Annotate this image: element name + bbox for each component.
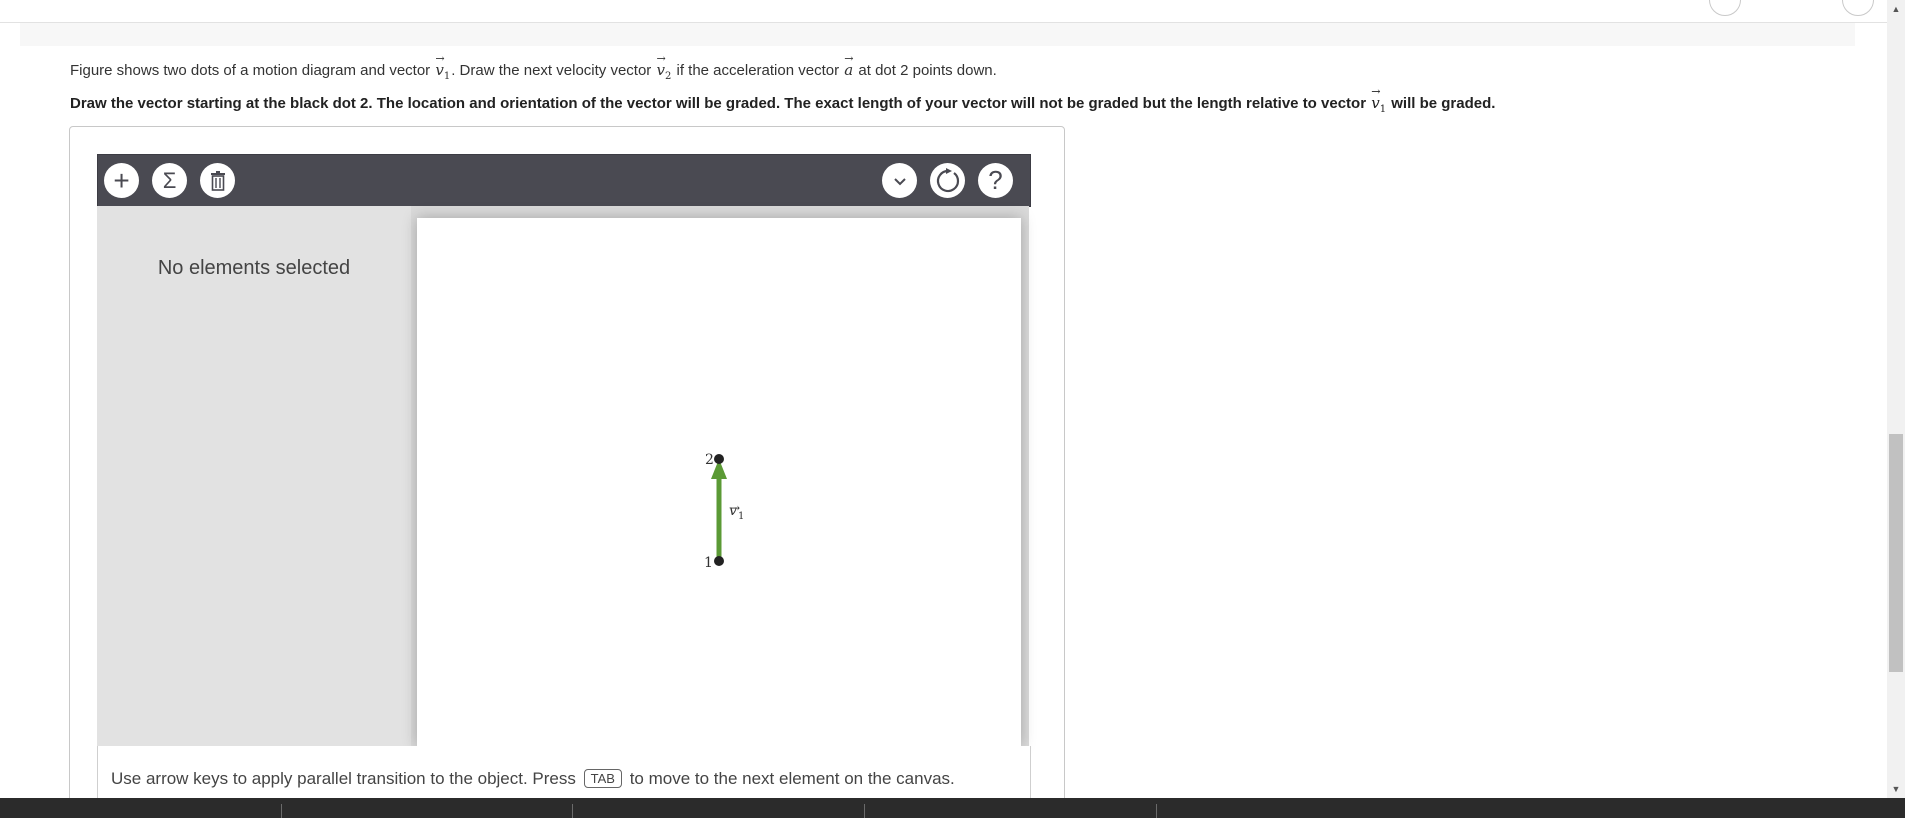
dot-2-label: 2 bbox=[705, 452, 714, 468]
dot-1-label: 1 bbox=[704, 555, 713, 571]
question-line-2: Draw the vector starting at the black do… bbox=[70, 85, 1496, 115]
taskbar-divider bbox=[1156, 804, 1157, 818]
help-button[interactable]: ? bbox=[978, 163, 1013, 198]
bottom-taskbar bbox=[0, 798, 1905, 818]
dot-1[interactable] bbox=[714, 556, 724, 566]
canvas-footer: Use arrow keys to apply parallel transit… bbox=[97, 746, 1031, 798]
vector-v1-label-sub: 1 bbox=[738, 511, 744, 522]
chevron-down-icon bbox=[893, 177, 906, 185]
question-instruction: Draw the vector starting at the black do… bbox=[70, 95, 1367, 112]
drawing-canvas[interactable]: 2 1 → v 1 bbox=[417, 218, 1021, 746]
drawing-toolbar: + Σ ? bbox=[97, 154, 1031, 207]
vector-v1-label: v bbox=[729, 503, 737, 519]
question-icon: ? bbox=[988, 165, 1003, 195]
scroll-down-arrow-icon[interactable]: ▼ bbox=[1887, 780, 1905, 798]
sigma-icon: Σ bbox=[162, 167, 177, 193]
taskbar-divider bbox=[864, 804, 865, 818]
vector-v2-symbol: → v2 bbox=[656, 52, 672, 82]
reset-button[interactable] bbox=[930, 163, 965, 198]
taskbar-divider bbox=[572, 804, 573, 818]
question-text: . Draw the next velocity vector bbox=[451, 62, 652, 79]
question-text: Figure shows two dots of a motion diagra… bbox=[70, 62, 431, 79]
vector-a-symbol: → a bbox=[844, 52, 854, 79]
keyboard-hint: Use arrow keys to apply parallel transit… bbox=[111, 769, 955, 788]
question-text: at dot 2 points down. bbox=[858, 62, 997, 79]
reset-icon bbox=[936, 167, 959, 192]
scrollbar-thumb[interactable] bbox=[1889, 434, 1903, 672]
delete-button[interactable] bbox=[200, 163, 235, 198]
no-selection-message: No elements selected bbox=[157, 257, 351, 279]
vector-v1-symbol: → v1 bbox=[435, 52, 451, 82]
vector-v1-symbol: → v1 bbox=[1371, 85, 1387, 115]
properties-panel: No elements selected bbox=[97, 206, 411, 746]
motion-diagram: 2 1 → v 1 bbox=[704, 452, 744, 571]
dot-2[interactable] bbox=[714, 454, 724, 464]
sum-button[interactable]: Σ bbox=[152, 163, 187, 198]
vertical-scrollbar[interactable]: ▲ ▼ bbox=[1887, 0, 1905, 798]
taskbar-divider bbox=[281, 804, 282, 818]
scroll-up-arrow-icon[interactable]: ▲ bbox=[1887, 0, 1905, 18]
add-element-button[interactable]: + bbox=[104, 163, 139, 198]
dropdown-button[interactable] bbox=[882, 163, 917, 198]
tab-key-badge: TAB bbox=[583, 769, 622, 788]
page-content: Figure shows two dots of a motion diagra… bbox=[0, 0, 1887, 818]
question-instruction: will be graded. bbox=[1391, 95, 1496, 112]
trash-icon bbox=[210, 170, 225, 191]
question-line-1: Figure shows two dots of a motion diagra… bbox=[70, 52, 997, 82]
plus-icon: + bbox=[113, 164, 130, 196]
question-text: if the acceleration vector bbox=[676, 62, 840, 79]
